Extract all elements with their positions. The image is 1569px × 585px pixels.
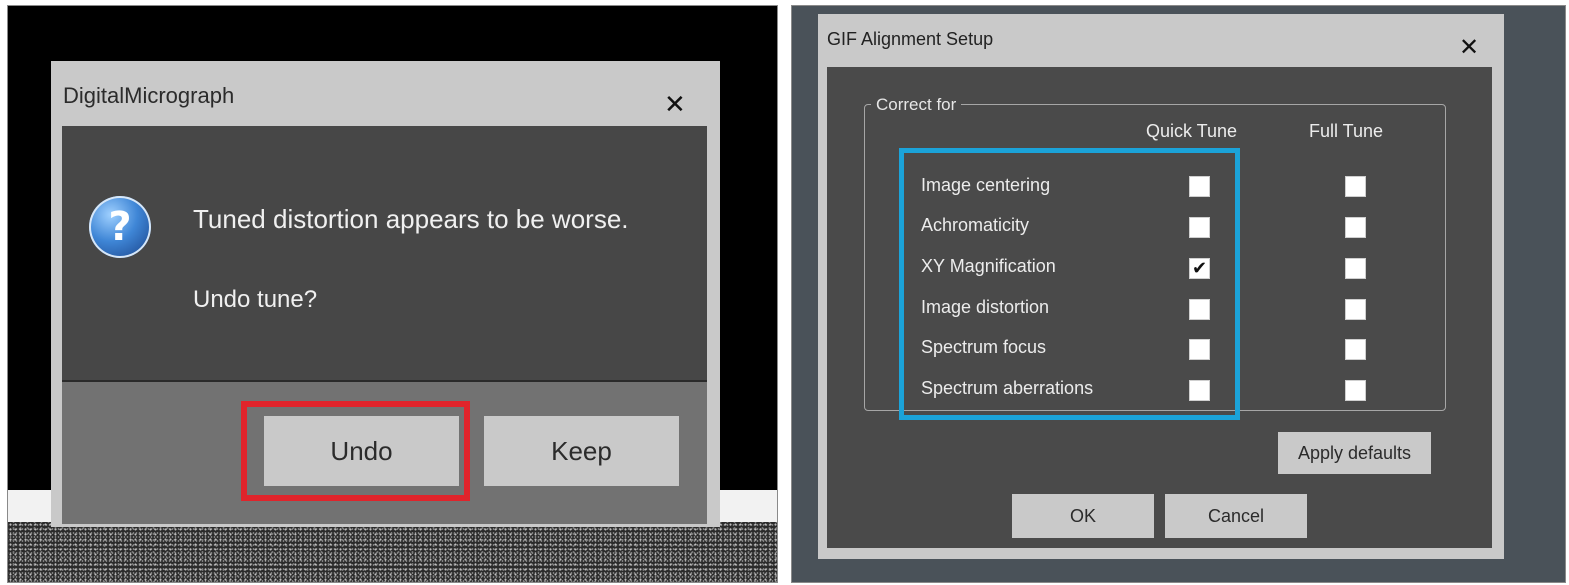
right-screenshot-panel: GIF Alignment Setup ✕ Correct for Quick … [791,5,1566,583]
ok-button[interactable]: OK [1012,494,1154,538]
full-tune-checkbox-spectrum-focus[interactable] [1345,339,1366,360]
image-background [8,522,777,582]
dialog-message: Tuned distortion appears to be worse. [193,204,629,234]
gif-alignment-setup-dialog: GIF Alignment Setup ✕ Correct for Quick … [818,14,1504,559]
close-icon[interactable]: ✕ [664,91,686,117]
apply-defaults-button[interactable]: Apply defaults [1278,432,1431,474]
left-screenshot-panel: DigitalMicrograph ✕ ? Tuned distortion a… [7,5,778,583]
dialog-body: Correct for Quick Tune Full Tune Image c… [827,67,1492,548]
full-tune-checkbox-spectrum-aberrations[interactable] [1345,380,1366,401]
quick-tune-highlight-box [899,148,1240,420]
close-icon[interactable]: ✕ [1459,36,1479,60]
full-tune-checkbox-image-centering[interactable] [1345,176,1366,197]
column-header-quick-tune: Quick Tune [1146,121,1238,141]
undo-highlight-box [241,401,470,501]
keep-button[interactable]: Keep [484,416,679,486]
column-header-full-tune: Full Tune [1309,121,1384,141]
dialog-message-area: ? Tuned distortion appears to be worse. … [62,126,707,380]
cancel-button[interactable]: Cancel [1165,494,1307,538]
full-tune-checkbox-xy-magnification[interactable] [1345,258,1366,279]
full-tune-checkbox-image-distortion[interactable] [1345,299,1366,320]
dialog-title: DigitalMicrograph [63,83,235,108]
dialog-title: GIF Alignment Setup [827,29,994,49]
full-tune-checkbox-achromaticity[interactable] [1345,217,1366,238]
question-icon: ? [89,196,151,258]
group-label: Correct for [871,95,962,115]
digitalmicrograph-dialog: DigitalMicrograph ✕ ? Tuned distortion a… [51,61,720,527]
dialog-question: Undo tune? [193,286,318,313]
